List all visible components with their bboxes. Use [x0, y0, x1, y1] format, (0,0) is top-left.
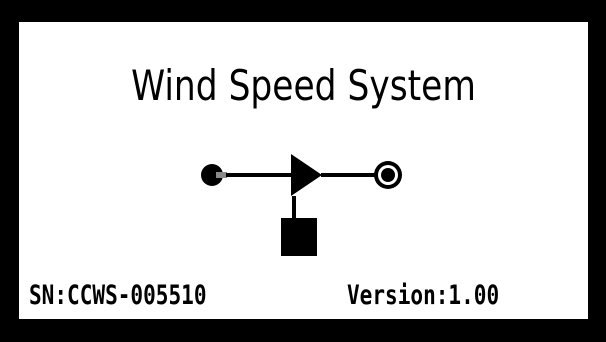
serial-number: SN:CCWS-005510	[29, 280, 207, 311]
system-title: Wind Speed System	[131, 61, 476, 110]
wind-speed-system-diagram-icon	[195, 146, 415, 286]
version-label: Version:1.00	[347, 280, 500, 311]
display-screen: Wind Speed System SN:CCWS-005510 Version…	[19, 22, 588, 319]
